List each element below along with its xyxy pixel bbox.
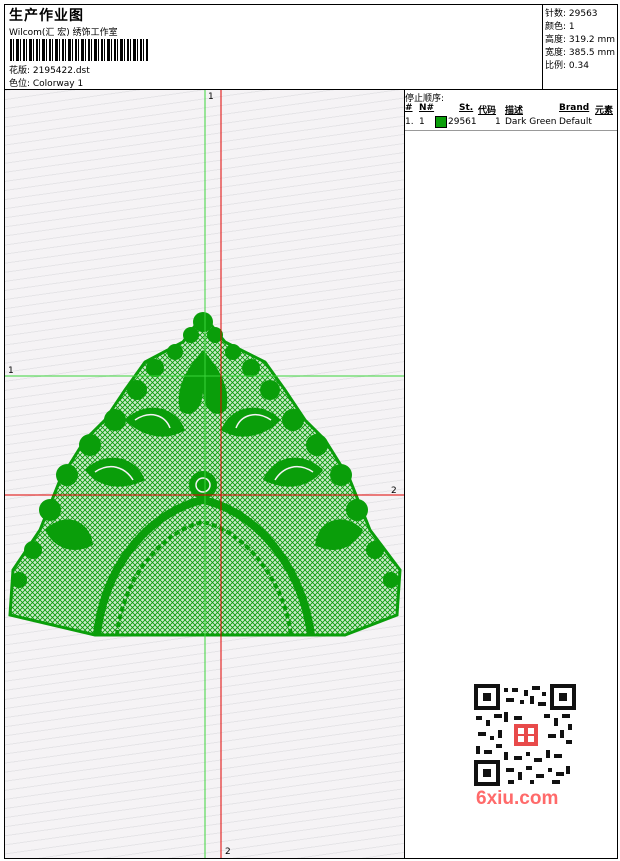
- thread-color-swatch: [435, 116, 447, 128]
- watermark-text: 6xiu.com: [476, 788, 559, 809]
- design-stats: 针数: 29563 颜色: 1 高度: 319.2 mm 宽度: 385.5 m…: [542, 5, 618, 89]
- stat-scale: 比例: 0.34: [545, 61, 589, 71]
- col-desc: 描述: [505, 106, 524, 116]
- barcode: [10, 39, 148, 61]
- vendor-text: Wilcom(汇 宏) 绣饰工作室: [9, 28, 118, 38]
- guide-label-h-red: 2: [391, 486, 397, 496]
- guide-label-v-red: 2: [225, 847, 231, 857]
- row-brand: Default: [559, 117, 592, 127]
- col-stitches: St.: [459, 103, 474, 113]
- stat-height: 高度: 319.2 mm: [545, 35, 616, 45]
- colorway: 色位: Colorway 1: [9, 79, 84, 89]
- header-info: 生产作业图 Wilcom(汇 宏) 绣饰工作室 花版: 2195422.dst …: [7, 5, 543, 89]
- qr-code: [468, 680, 582, 792]
- guide-label-h-green: 1: [8, 366, 14, 376]
- guide-label-v-green: 1: [208, 92, 214, 102]
- row-code: 1: [495, 117, 501, 127]
- col-needle: N#: [419, 103, 435, 113]
- row-stitches: 29561: [448, 117, 477, 127]
- embroidery-design: [5, 90, 404, 858]
- worksheet-header: 生产作业图 Wilcom(汇 宏) 绣饰工作室 花版: 2195422.dst …: [5, 5, 617, 90]
- stat-width: 宽度: 385.5 mm: [545, 48, 616, 58]
- row-needle: 1: [419, 117, 425, 127]
- col-brand: Brand: [559, 103, 590, 113]
- row-index: 1.: [405, 117, 414, 127]
- qr-code-graphic: [474, 684, 576, 786]
- design-canvas: 1 1 2 2: [5, 90, 405, 858]
- col-element: 元素: [595, 106, 614, 116]
- stat-colors: 颜色: 1: [545, 22, 575, 32]
- page-title: 生产作业图: [9, 8, 84, 24]
- col-code: 代码: [478, 106, 497, 116]
- stat-stitches: 针数: 29563: [545, 9, 598, 19]
- stop-sequence-table: 停止顺序: # N# St. 代码 描述 Brand 元素 1. 1 29561…: [405, 90, 617, 131]
- col-index: #: [405, 103, 413, 113]
- row-desc: Dark Green: [505, 117, 557, 127]
- design-file: 花版: 2195422.dst: [9, 66, 90, 76]
